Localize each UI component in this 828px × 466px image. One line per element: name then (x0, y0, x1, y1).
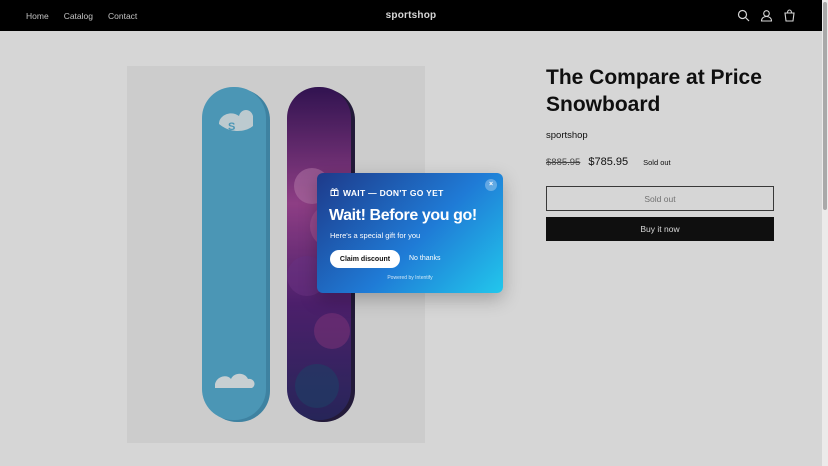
exit-intent-popup: WAIT — DON'T GO YET × Wait! Before you g… (317, 173, 503, 293)
scrollbar[interactable] (822, 0, 828, 466)
popup-subtext: Here's a special gift for you (330, 231, 421, 240)
no-thanks-link[interactable]: No thanks (409, 255, 441, 262)
popup-eyebrow: WAIT — DON'T GO YET (330, 187, 444, 198)
popup-close-button[interactable]: × (485, 179, 497, 191)
close-icon: × (488, 181, 494, 188)
claim-discount-button[interactable]: Claim discount (330, 250, 400, 268)
popup-heading: Wait! Before you go! (329, 207, 477, 224)
powered-by-text[interactable]: Powered by Intentify (317, 275, 503, 281)
popup-eyebrow-text: WAIT — DON'T GO YET (343, 187, 444, 198)
scrollbar-thumb[interactable] (823, 2, 827, 210)
gift-icon (330, 187, 339, 198)
